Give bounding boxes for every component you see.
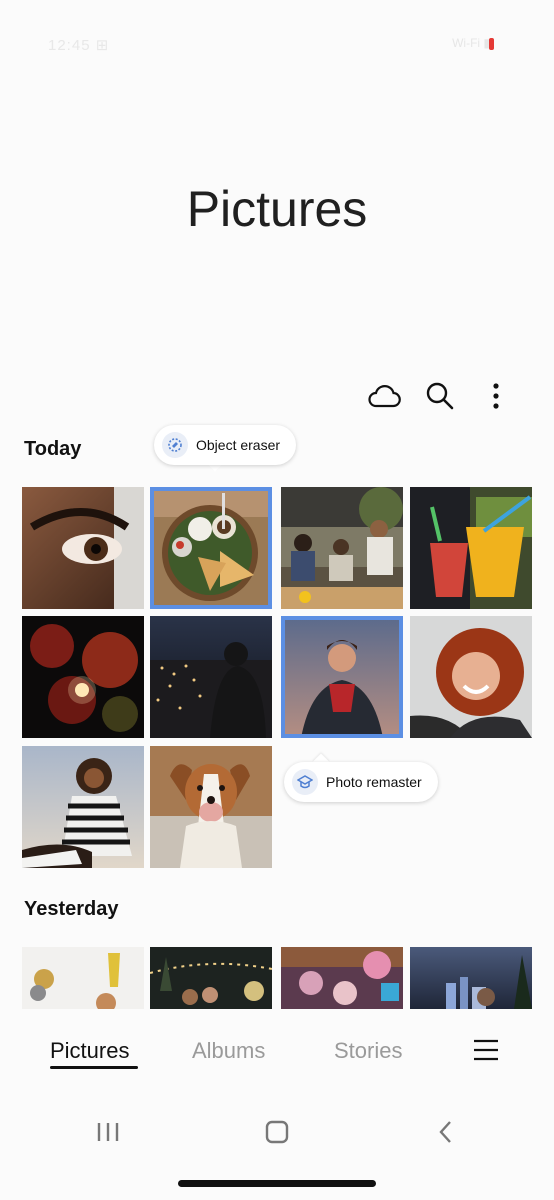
photo-thumbnail[interactable] [22,947,144,1009]
photo-thumbnail-selected[interactable] [281,616,403,738]
section-label-today: Today [24,438,82,460]
tab-stories[interactable]: Stories [334,1038,402,1064]
tab-pictures[interactable]: Pictures [50,1038,129,1064]
section-label-yesterday: Yesterday [24,898,119,920]
photo-thumbnail[interactable] [281,947,403,1009]
photo-thumbnail[interactable] [150,746,272,868]
status-bar: 12:45 ⊞ Wi-Fi ▮ [0,0,554,80]
back-icon[interactable] [426,1114,466,1150]
search-icon[interactable] [420,376,460,416]
photo-thumbnail[interactable] [281,487,403,609]
battery-icon [489,38,494,50]
more-options-icon[interactable] [476,376,516,416]
photo-thumbnail-selected[interactable] [150,487,272,609]
photo-thumbnail[interactable] [22,487,144,609]
status-icons: Wi-Fi ▮ [452,36,490,50]
recents-icon[interactable] [88,1114,128,1150]
hamburger-menu-icon[interactable] [472,1036,500,1064]
active-tab-indicator [50,1066,138,1069]
page-title: Pictures [186,181,368,237]
photo-remaster-label: Photo remaster [326,774,422,790]
photo-thumbnail[interactable] [410,947,532,1009]
status-time: 12:45 ⊞ [48,37,110,54]
tab-albums[interactable]: Albums [192,1038,265,1064]
photo-thumbnail[interactable] [150,616,272,738]
cloud-icon[interactable] [364,376,404,416]
object-eraser-icon [162,432,188,458]
photo-thumbnail[interactable] [150,947,272,1009]
photo-remaster-tip[interactable]: Photo remaster [284,762,438,802]
object-eraser-label: Object eraser [196,437,281,453]
photo-thumbnail[interactable] [22,746,144,868]
photo-thumbnail[interactable] [22,616,144,738]
photo-thumbnail[interactable] [410,616,532,738]
home-indicator [178,1180,376,1187]
photo-remaster-icon [292,769,318,795]
object-eraser-tip[interactable]: Object eraser [154,425,297,465]
bottom-tab-bar: Pictures Albums Stories [0,1010,554,1090]
home-icon[interactable] [257,1114,297,1150]
photo-thumbnail[interactable] [410,487,532,609]
